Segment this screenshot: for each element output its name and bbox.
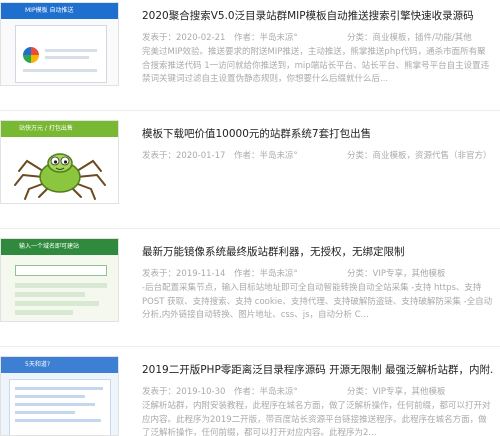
thumbnail-line: [45, 56, 89, 59]
thumbnail-line: [15, 283, 107, 288]
article-meta: 发表于：2020-02-21 作者：半岛未凉° 分类：商业模板，插件/功能/其他: [142, 31, 494, 43]
thumbnail-line: [23, 69, 97, 72]
post-author[interactable]: 作者：半岛未凉°: [234, 385, 347, 397]
post-date: 发表于：2020-01-17: [142, 151, 226, 161]
thumbnail-line: [15, 419, 101, 422]
post-author[interactable]: 作者：半岛未凉°: [234, 31, 347, 43]
article-item: 5天和道? 2019二开版PHP零距离泛目录程序源码 开源无限制 最强泛解析站群…: [0, 354, 500, 436]
post-category[interactable]: 分类：商业模板，资源代售（非官方）: [347, 149, 492, 161]
article-thumbnail[interactable]: 5天和道?: [0, 356, 119, 436]
thumbnail-caption: 输入一个域名即可建站: [1, 239, 118, 255]
thumbnail-line: [15, 387, 103, 390]
post-author[interactable]: 作者：半岛未凉°: [234, 149, 347, 161]
thumbnail-caption: MIP模板 自动推送: [1, 3, 118, 19]
article-excerpt: 泛解析站群，内附安装教程，此程序在城名方面，做了泛解析操作，任何前缀，都可以打开…: [142, 401, 491, 436]
post-author[interactable]: 作者：半岛未凉°: [234, 267, 347, 279]
article-title-link[interactable]: 模板下载吧价值10000元的站群系统7套打包出售: [142, 126, 494, 141]
article-title-link[interactable]: 最新万能镜像系统最终版站群利器，无授权，无绑定限制: [142, 244, 494, 259]
article-meta: 发表于：2019-10-30 作者：半岛未凉° 分类：VIP专享，其他模板: [142, 385, 494, 397]
post-category[interactable]: 分类：VIP专享，其他模板: [347, 267, 445, 279]
spider-icon: [14, 153, 106, 200]
article-item: 输入一个域名即可建站 最新万能镜像系统最终版站群利器，无授权，无绑定限制 发表于…: [0, 236, 500, 340]
post-date: 发表于：2019-10-30: [142, 387, 226, 397]
thumbnail-line: [15, 301, 99, 306]
divider: [0, 110, 500, 111]
search-logo-icon: [23, 47, 39, 63]
post-category[interactable]: 分类：商业模板，插件/功能/其他: [347, 31, 472, 43]
article-thumbnail[interactable]: 站快万元 / 打包出售: [0, 120, 119, 204]
thumbnail-line: [15, 395, 85, 398]
article-meta: 发表于：2019-11-14 作者：半岛未凉° 分类：VIP专享，其他模板: [142, 267, 494, 279]
thumbnail-line: [15, 292, 85, 297]
post-category[interactable]: 分类：VIP专享，其他模板: [347, 385, 445, 397]
thumbnail-caption: 5天和道?: [1, 357, 118, 373]
article-excerpt: 完美过MIP效验。推送要求的附送MIP推送，主动推送，熊掌推送php代码，通杀市…: [142, 47, 490, 84]
thumbnail-line: [15, 411, 75, 414]
article-thumbnail[interactable]: 输入一个域名即可建站: [0, 238, 119, 322]
post-date: 发表于：2019-11-14: [142, 269, 226, 279]
article-title-link[interactable]: 2019二开版PHP零距离泛目录程序源码 开源无限制 最强泛解析站群，内附...: [142, 362, 494, 377]
article-item: MIP模板 自动推送 2020聚合搜索V5.0泛目录站群MIP模板自动推送搜索引…: [0, 0, 500, 104]
divider: [0, 228, 500, 229]
article-excerpt: -后台配置采集节点，输入目标站地址即可全自动智能转换自动全站采集 -支持 htt…: [142, 283, 493, 320]
article-thumbnail[interactable]: MIP模板 自动推送: [0, 2, 119, 86]
divider: [0, 346, 500, 347]
article-item: 站快万元 / 打包出售 模板下载吧价值10000元的站群系统7套打包出售 发表于…: [0, 118, 500, 222]
article-meta: 发表于：2020-01-17 作者：半岛未凉° 分类：商业模板，资源代售（非官方）: [142, 149, 494, 161]
thumbnail-line: [45, 49, 97, 52]
article-title-link[interactable]: 2020聚合搜索V5.0泛目录站群MIP模板自动推送搜索引擎快速收录源码: [142, 8, 494, 23]
post-date: 发表于：2020-02-21: [142, 33, 226, 43]
thumbnail-line: [15, 310, 73, 315]
thumbnail-line: [15, 403, 95, 406]
domain-input-illustration: [15, 265, 107, 276]
